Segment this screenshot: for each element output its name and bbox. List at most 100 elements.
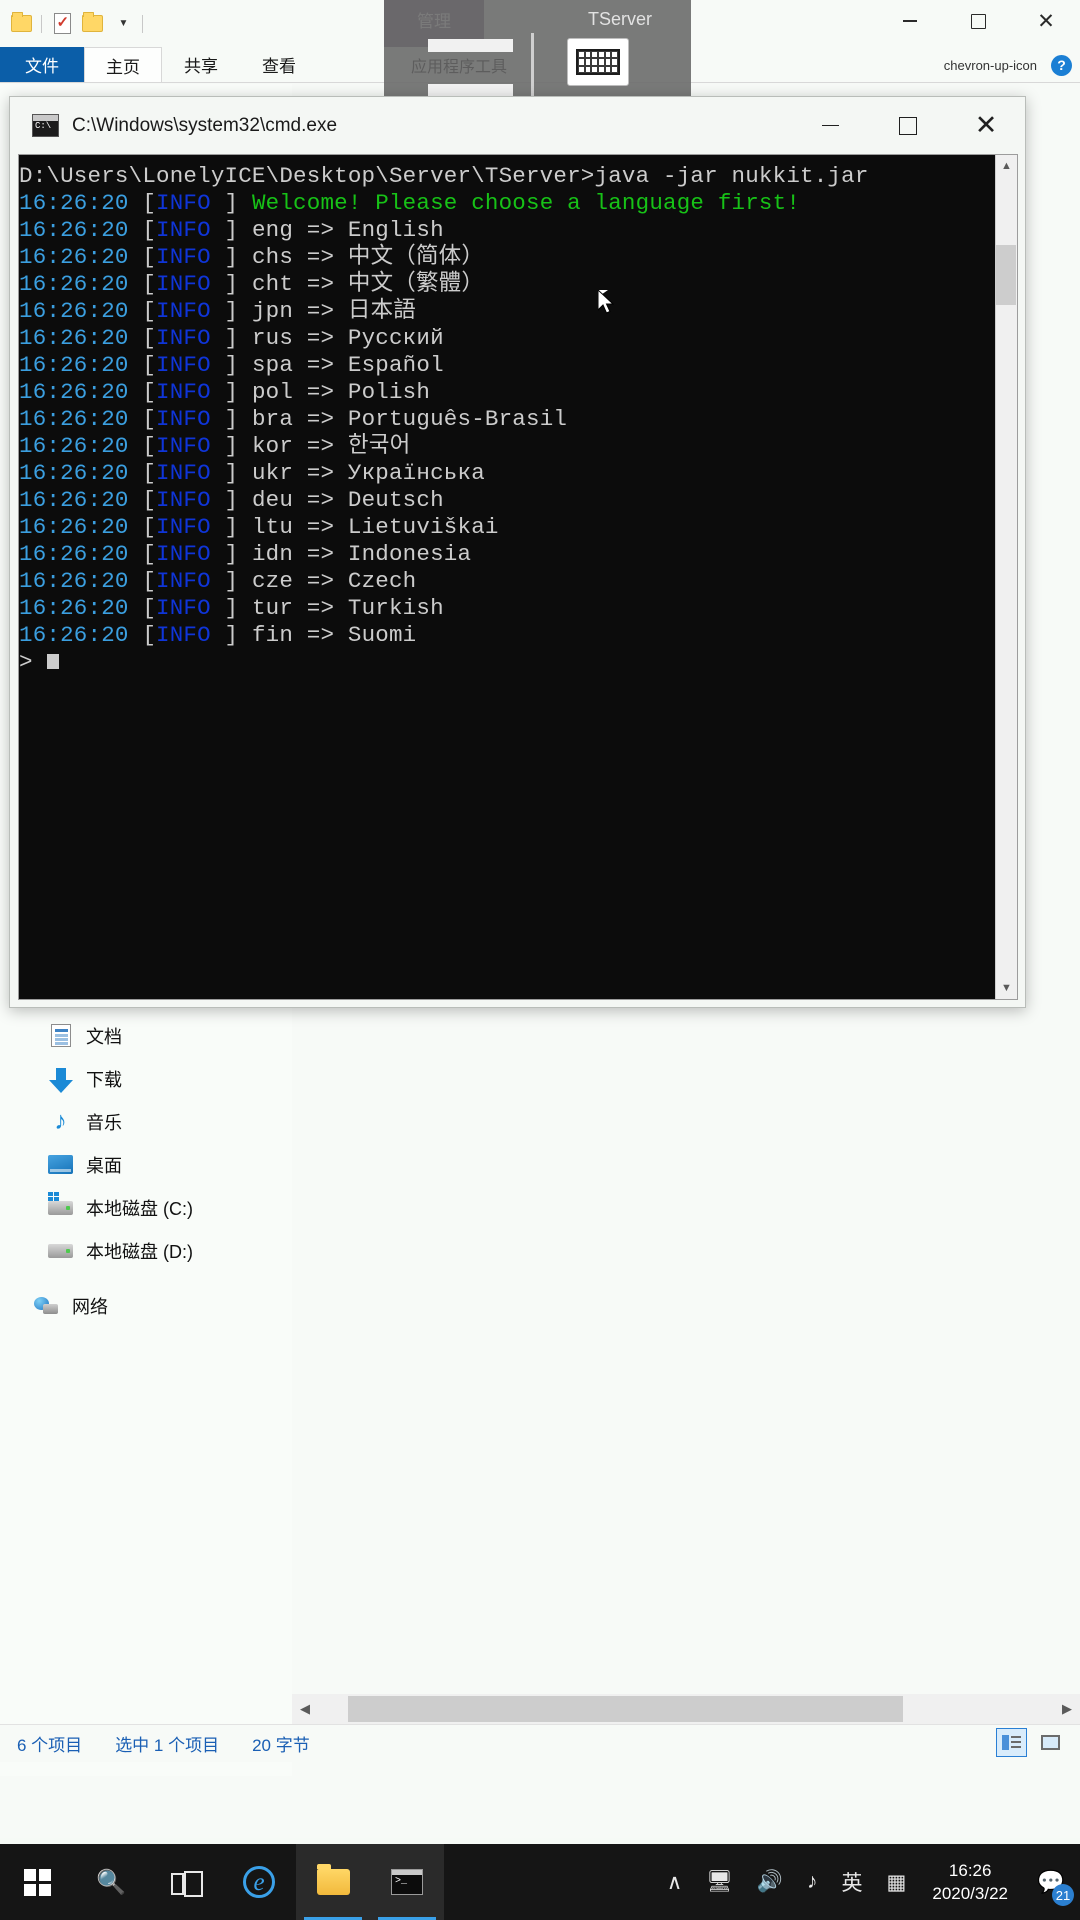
sidebar-item-label: 下载: [86, 1069, 122, 1090]
properties-icon[interactable]: [47, 6, 77, 42]
console-language-line: 16:26:20 [INFO ] tur => Turkish: [19, 595, 444, 621]
network-tray-icon[interactable]: 🖥: [694, 1844, 745, 1920]
volume-icon[interactable]: 🔊: [745, 1844, 795, 1920]
clock[interactable]: 16:26 2020/3/22: [918, 1844, 1022, 1920]
start-button[interactable]: [0, 1844, 74, 1920]
scrollbar-track[interactable]: [318, 1694, 1054, 1724]
status-bar: 6 个项目 选中 1 个项目 20 字节: [0, 1724, 1080, 1762]
overlay-divider: [531, 33, 534, 101]
window-app-label: TServer: [587, 8, 652, 29]
chevron-down-icon[interactable]: ▼: [107, 6, 137, 42]
sidebar-item-label: 桌面: [86, 1155, 122, 1176]
taskbar-app-command-prompt[interactable]: [370, 1844, 444, 1920]
taskbar-app-file-explorer[interactable]: [296, 1844, 370, 1920]
keyboard-icon[interactable]: [567, 38, 629, 86]
console-scrollbar[interactable]: ▲ ▼: [995, 155, 1017, 999]
console-language-line: 16:26:20 [INFO ] rus => Русский: [19, 325, 444, 351]
scrollbar-thumb[interactable]: [348, 1696, 903, 1722]
explorer-minimize-button[interactable]: [876, 0, 944, 42]
sidebar-item-local-disk-c[interactable]: 本地磁盘 (C:): [0, 1186, 292, 1229]
details-view-button[interactable]: [996, 1728, 1027, 1757]
system-tray: ∧ 🖥 🔊 ♪ 英 ▦ 16:26 2020/3/22 💬 21: [655, 1844, 1080, 1920]
ime-keyboard-icon[interactable]: ▦: [875, 1844, 919, 1920]
ime-mode-indicator[interactable]: 英: [830, 1844, 875, 1920]
tab-view[interactable]: 查看: [240, 47, 318, 82]
console-close-button[interactable]: ✕: [947, 97, 1025, 154]
action-center-button[interactable]: 💬 21: [1022, 1844, 1080, 1920]
new-folder-icon[interactable]: [77, 6, 107, 42]
console-title-text: C:\Windows\system32\cmd.exe: [72, 114, 338, 136]
console-language-line: 16:26:20 [INFO ] spa => Español: [19, 352, 444, 378]
help-icon[interactable]: ?: [1051, 54, 1072, 76]
status-selection: 选中 1 个项目: [115, 1736, 220, 1755]
console-language-line: 16:26:20 [INFO ] bra => Português-Brasil: [19, 406, 568, 432]
music-icon: ♪: [54, 1107, 67, 1135]
toolbar-divider: [41, 14, 42, 33]
clock-time: 16:26: [948, 1861, 992, 1880]
drive-icon: [48, 1238, 73, 1263]
status-size: 20 字节: [252, 1736, 310, 1755]
console-language-line: 16:26:20 [INFO ] pol => Polish: [19, 379, 431, 405]
tab-home[interactable]: 主页: [84, 47, 162, 82]
console-cursor: [46, 654, 59, 669]
explorer-maximize-button[interactable]: [944, 0, 1012, 42]
cmd-icon: [32, 114, 59, 137]
console-language-line: 16:26:20 [INFO ] fin => Suomi: [19, 622, 417, 648]
console-language-line: 16:26:20 [INFO ] ukr => Українська: [19, 460, 485, 486]
horizontal-scrollbar[interactable]: ◀ ▶: [292, 1694, 1080, 1724]
taskbar-app-edge[interactable]: e: [222, 1844, 296, 1920]
console-command-line: D:\Users\LonelyICE\Desktop\Server\TServe…: [19, 163, 869, 189]
console-text: D:\Users\LonelyICE\Desktop\Server\TServe…: [19, 155, 995, 999]
show-hidden-icons-button[interactable]: ∧: [655, 1844, 694, 1920]
console-log-line: 16:26:20 [INFO ] Welcome! Please choose …: [19, 190, 801, 216]
sidebar-item-documents[interactable]: 文档: [0, 1014, 292, 1057]
desktop-icon: [48, 1152, 73, 1177]
overlay-bar-top: [428, 39, 513, 52]
clock-date: 2020/3/22: [932, 1884, 1008, 1903]
sidebar-item-local-disk-d[interactable]: 本地磁盘 (D:): [0, 1229, 292, 1272]
large-icons-view-button[interactable]: [1035, 1728, 1066, 1757]
console-scroll-down-icon[interactable]: ▼: [995, 977, 1017, 999]
folder-icon[interactable]: [6, 6, 36, 42]
notification-badge: 21: [1052, 1884, 1074, 1906]
command-prompt-window: C:\Windows\system32\cmd.exe ✕ D:\Users\L…: [9, 96, 1026, 1008]
console-output-area[interactable]: D:\Users\LonelyICE\Desktop\Server\TServe…: [18, 154, 1018, 1000]
console-language-line: 16:26:20 [INFO ] chs => 中文（简体）: [19, 244, 485, 270]
view-toggle-group: [996, 1728, 1066, 1757]
console-language-line: 16:26:20 [INFO ] kor => 한국어: [19, 433, 411, 459]
tab-file[interactable]: 文件: [0, 47, 84, 82]
chevron-up-icon[interactable]: chevron-up-icon: [944, 58, 1037, 73]
console-scroll-up-icon[interactable]: ▲: [995, 155, 1017, 177]
console-minimize-button[interactable]: [791, 97, 869, 154]
console-input-prompt: >: [19, 649, 995, 676]
console-language-line: 16:26:20 [INFO ] ltu => Lietuviškai: [19, 514, 499, 540]
windows-start-icon: [23, 1868, 51, 1896]
sidebar-item-network[interactable]: 网络: [0, 1284, 292, 1327]
search-button[interactable]: 🔍: [74, 1844, 148, 1920]
sidebar-item-desktop[interactable]: 桌面: [0, 1143, 292, 1186]
sidebar-item-label: 音乐: [86, 1112, 122, 1133]
large-icons-view-icon: [1041, 1735, 1060, 1750]
scroll-right-arrow-icon[interactable]: ▶: [1054, 1694, 1080, 1724]
scroll-left-arrow-icon[interactable]: ◀: [292, 1694, 318, 1724]
console-language-line: 16:26:20 [INFO ] eng => English: [19, 217, 444, 243]
screen-root: ▼ ✕ 文件 主页 共享 查看 chevron-up-icon ? 管理 应用程…: [0, 0, 1080, 1920]
console-scroll-thumb[interactable]: [996, 245, 1016, 305]
taskbar: 🔍 e ∧ 🖥 🔊 ♪ 英 ▦ 16:26 2020/3/22 💬: [0, 1844, 1080, 1920]
sidebar-item-label: 网络: [72, 1296, 108, 1317]
task-view-button[interactable]: [148, 1844, 222, 1920]
sidebar-item-music[interactable]: ♪ 音乐: [0, 1100, 292, 1143]
explorer-close-button[interactable]: ✕: [1012, 0, 1080, 42]
search-icon: 🔍: [96, 1868, 126, 1896]
documents-icon: [48, 1023, 73, 1048]
network-icon: [34, 1293, 59, 1318]
ime-tool-icon[interactable]: ♪: [795, 1844, 830, 1920]
tab-share[interactable]: 共享: [162, 47, 240, 82]
edge-icon: e: [243, 1866, 275, 1898]
sidebar-item-label: 文档: [86, 1026, 122, 1047]
console-maximize-button[interactable]: [869, 97, 947, 154]
downloads-icon: [48, 1066, 73, 1093]
console-caption-buttons: ✕: [791, 97, 1025, 154]
sidebar-item-downloads[interactable]: 下载: [0, 1057, 292, 1100]
system-drive-icon: [48, 1191, 73, 1220]
